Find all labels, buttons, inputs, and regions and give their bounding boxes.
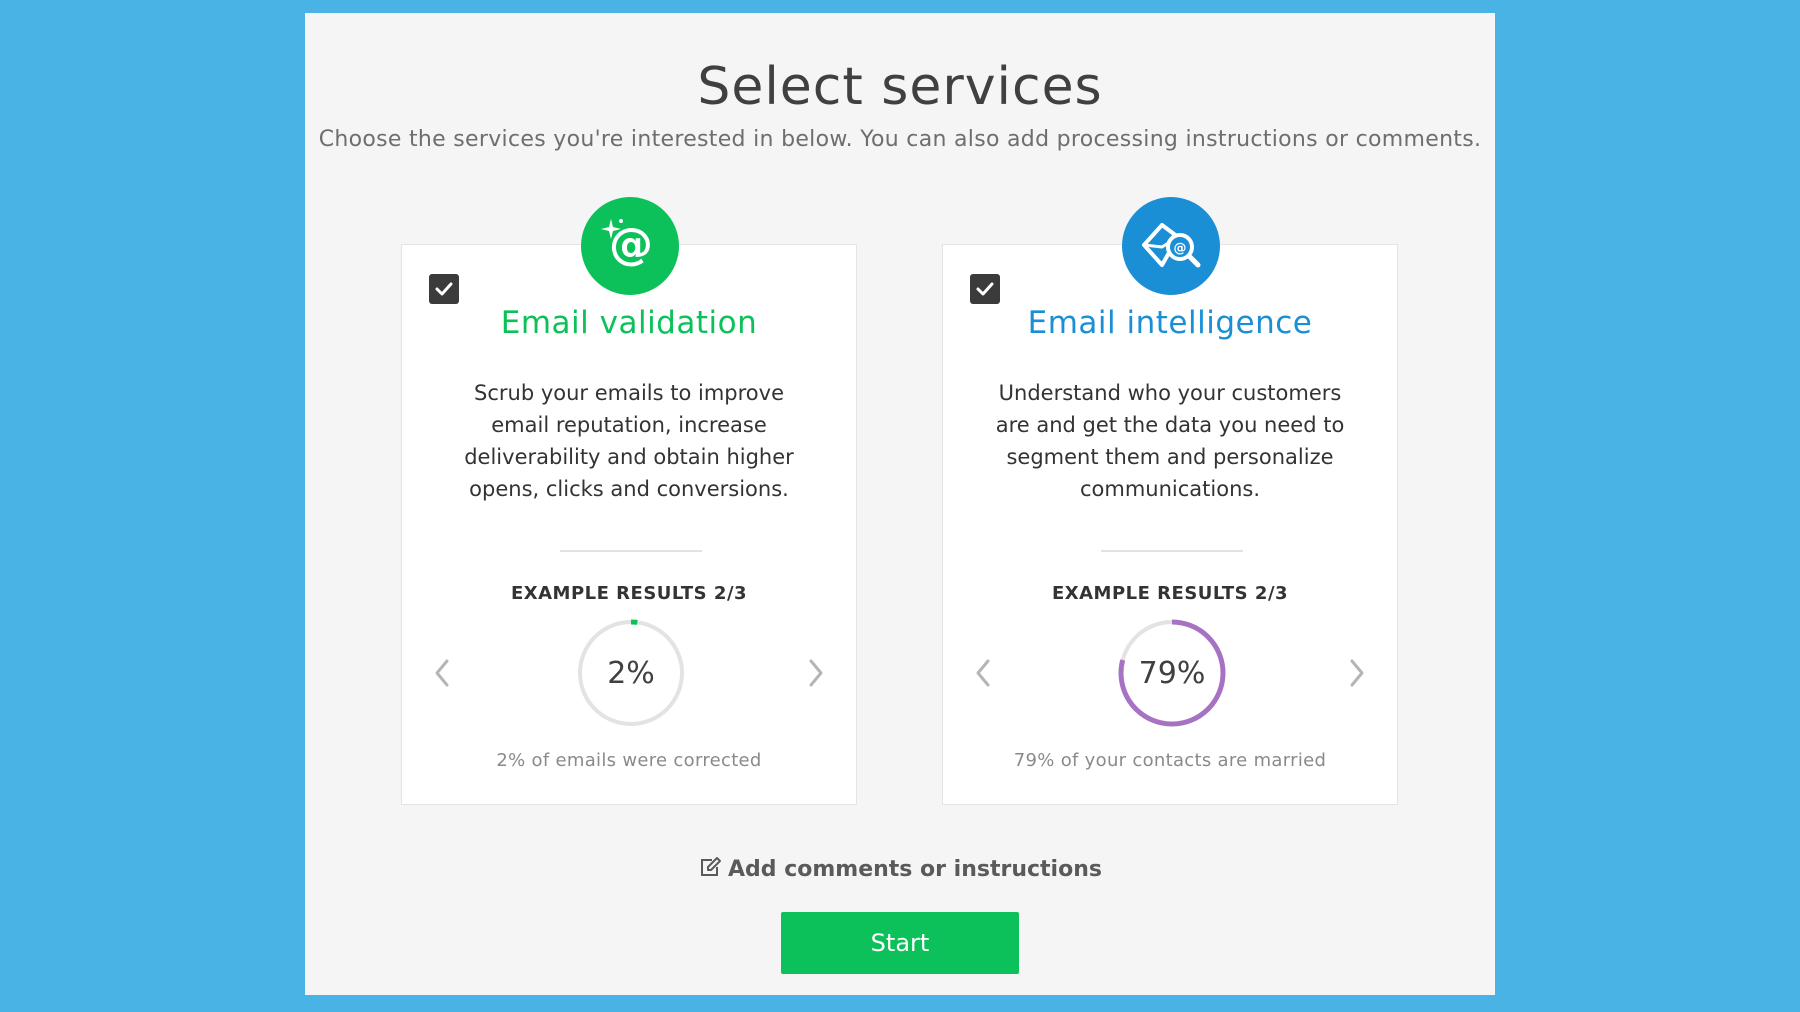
chevron-right-icon [809,659,823,687]
service-description: Scrub your emails to improve email reput… [464,381,794,501]
add-comments-label: Add comments or instructions [728,857,1102,882]
divider [560,550,702,552]
service-card-email-intelligence[interactable]: @ Email intelligence Understand who your… [942,197,1398,805]
chevron-left-icon [976,659,990,687]
page-title: Select services [697,57,1103,117]
next-result-button[interactable] [801,653,831,693]
result-caption: 2% of emails were corrected [496,750,762,771]
sparkle-at-icon: @ [581,197,679,295]
select-services-panel: Select services Choose the services you'… [305,13,1495,995]
example-results-label: EXAMPLE RESULTS 2/3 [1051,583,1289,604]
email-validation-checkbox[interactable] [429,274,459,304]
checkmark-icon [976,282,994,296]
chevron-right-icon [1350,659,1364,687]
gauge-value: 2% [607,655,655,691]
checkmark-icon [435,282,453,296]
email-intelligence-checkbox[interactable] [970,274,1000,304]
edit-icon [698,856,722,884]
service-title: Email intelligence [1027,305,1313,341]
svg-text:@: @ [609,219,653,270]
result-caption: 79% of your contacts are married [1013,750,1327,771]
divider [1101,550,1243,552]
envelope-search-icon: @ [1122,197,1220,295]
example-results-label: EXAMPLE RESULTS 2/3 [510,583,748,604]
add-comments-link[interactable]: Add comments or instructions [305,856,1495,884]
service-card-email-validation[interactable]: @ Email validation Scrub your emails to … [401,197,857,805]
svg-text:@: @ [1174,241,1187,256]
next-result-button[interactable] [1342,653,1372,693]
previous-result-button[interactable] [968,653,998,693]
gauge-value: 79% [1138,655,1206,691]
service-title: Email validation [500,305,758,341]
previous-result-button[interactable] [427,653,457,693]
service-description: Understand who your customers are and ge… [995,381,1345,501]
start-button[interactable]: Start [781,912,1019,974]
page-subtitle: Choose the services you're interested in… [318,127,1482,152]
chevron-left-icon [435,659,449,687]
